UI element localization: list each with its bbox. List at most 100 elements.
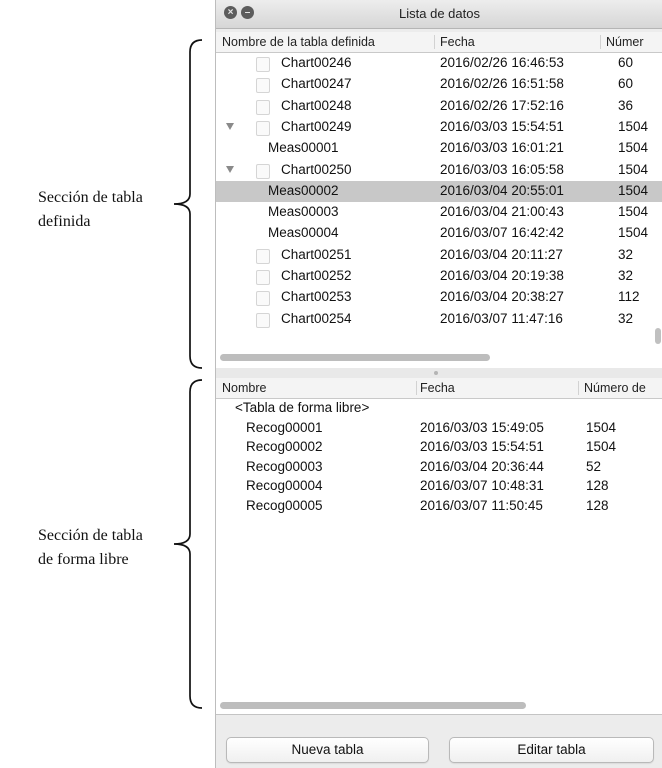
defined-table-pane: Nombre de la tabla definida Fecha Númer … <box>216 32 662 369</box>
column-header-name[interactable]: Nombre <box>222 381 266 395</box>
row-name: Meas00002 <box>268 182 339 198</box>
table-row[interactable]: Chart00251 2016/03/04 20:11:27 32 <box>216 245 662 266</box>
row-date: 2016/03/03 15:54:51 <box>420 439 544 455</box>
row-number: 1504 <box>618 182 649 198</box>
row-name: Meas00003 <box>268 204 339 220</box>
table-row[interactable]: Chart00254 2016/03/07 11:47:16 32 <box>216 309 662 330</box>
row-date: 2016/03/07 11:50:45 <box>420 498 543 513</box>
row-name: Recog00001 <box>246 419 323 435</box>
table-row[interactable]: Recog00003 2016/03/04 20:36:44 52 <box>216 458 662 477</box>
row-date: 2016/03/03 15:54:51 <box>440 118 564 134</box>
column-header-date[interactable]: Fecha <box>420 381 455 395</box>
row-name: Recog00003 <box>246 458 323 474</box>
row-number: 128 <box>586 498 609 513</box>
row-number: 112 <box>618 289 640 305</box>
freeform-table-horizontal-scrollbar[interactable] <box>220 702 526 709</box>
row-date: 2016/03/04 20:38:27 <box>440 289 564 305</box>
row-number: 1504 <box>618 140 649 156</box>
row-name: Chart00247 <box>281 76 352 92</box>
table-row[interactable]: Meas00001 2016/03/03 16:01:21 1504 <box>216 138 662 159</box>
title-bar: × – Lista de datos <box>216 0 662 29</box>
row-date: 2016/03/03 16:01:21 <box>440 140 564 156</box>
disclosure-triangle-icon[interactable] <box>226 165 234 173</box>
table-icon <box>256 270 270 285</box>
row-date: 2016/03/04 21:00:43 <box>440 204 564 220</box>
table-icon <box>256 78 270 94</box>
row-date: 2016/02/26 16:46:53 <box>440 55 564 70</box>
freeform-table-header: Nombre Fecha Número de <box>216 378 662 399</box>
table-row[interactable]: Meas00002 2016/03/04 20:55:01 1504 <box>216 180 662 202</box>
table-icon <box>256 248 270 264</box>
row-date: 2016/02/26 16:51:58 <box>440 76 564 92</box>
row-date: 2016/03/07 11:47:16 <box>440 310 563 326</box>
table-icon <box>256 99 270 115</box>
row-name: <Tabla de forma libre> <box>235 400 370 415</box>
table-row[interactable]: Chart00247 2016/02/26 16:51:58 60 <box>216 74 662 95</box>
table-row[interactable]: Chart00249 2016/03/03 15:54:51 1504 <box>216 117 662 138</box>
row-date: 2016/03/04 20:55:01 <box>440 182 564 198</box>
row-number: 1504 <box>618 161 649 177</box>
row-date: 2016/03/04 20:19:38 <box>440 268 564 283</box>
callout-line: Sección de tabla <box>38 527 143 544</box>
row-date: 2016/03/07 16:42:42 <box>440 225 564 241</box>
row-name: Chart00248 <box>281 97 352 113</box>
table-row[interactable]: Meas00004 2016/03/07 16:42:42 1504 <box>216 223 662 244</box>
table-icon <box>256 312 270 328</box>
freeform-section-brace <box>173 379 203 709</box>
row-number: 1504 <box>586 439 617 455</box>
table-row[interactable]: Recog00004 2016/03/07 10:48:31 128 <box>216 477 662 496</box>
defined-section-brace <box>173 39 203 369</box>
row-date: 2016/03/04 20:36:44 <box>420 458 544 474</box>
data-list-window: × – Lista de datos Nombre de la tabla de… <box>215 0 662 768</box>
table-row[interactable]: Recog00005 2016/03/07 11:50:45 128 <box>216 497 662 516</box>
edit-table-button[interactable]: Editar tabla <box>449 737 654 763</box>
callout-line: definida <box>38 213 91 230</box>
table-row[interactable]: Chart00252 2016/03/04 20:19:38 32 <box>216 266 662 287</box>
row-number: 36 <box>618 97 634 113</box>
table-row[interactable]: Chart00246 2016/02/26 16:46:53 60 <box>216 53 662 74</box>
row-date: 2016/03/04 20:11:27 <box>440 246 563 262</box>
row-number: 1504 <box>618 225 649 241</box>
column-header-number[interactable]: Número de <box>584 381 646 395</box>
row-name: Recog00005 <box>246 498 323 513</box>
window-title: Lista de datos <box>399 6 480 21</box>
defined-table-horizontal-scrollbar[interactable] <box>220 354 490 361</box>
column-header-name[interactable]: Nombre de la tabla definida <box>222 35 375 49</box>
defined-table-header: Nombre de la tabla definida Fecha Númer <box>216 32 662 53</box>
disclosure-triangle-icon[interactable] <box>226 122 234 130</box>
row-number: 1504 <box>586 419 617 435</box>
row-name: Meas00001 <box>268 140 339 156</box>
row-name: Chart00249 <box>281 118 352 134</box>
defined-table-vertical-scrollbar[interactable] <box>655 328 661 344</box>
group-row[interactable]: <Tabla de forma libre> <box>216 399 662 418</box>
row-name: Chart00250 <box>281 161 352 177</box>
pane-splitter[interactable] <box>216 368 662 378</box>
row-name: Chart00251 <box>281 246 352 262</box>
column-header-date[interactable]: Fecha <box>440 35 475 49</box>
row-name: Meas00004 <box>268 225 339 241</box>
row-number: 32 <box>618 268 634 283</box>
freeform-section-callout: Sección de tabla de forma libre <box>38 524 178 572</box>
row-date: 2016/03/07 10:48:31 <box>420 478 544 494</box>
callout-line: Sección de tabla <box>38 189 143 206</box>
table-row[interactable]: Meas00003 2016/03/04 21:00:43 1504 <box>216 202 662 223</box>
row-number: 1504 <box>618 118 649 134</box>
column-header-number[interactable]: Númer <box>606 35 644 49</box>
row-number: 128 <box>586 478 609 494</box>
table-icon <box>256 163 270 179</box>
row-number: 1504 <box>618 204 649 220</box>
row-name: Recog00002 <box>246 439 323 455</box>
table-row[interactable]: Chart00253 2016/03/04 20:38:27 112 <box>216 287 662 308</box>
table-row[interactable]: Chart00250 2016/03/03 16:05:58 1504 <box>216 160 662 181</box>
row-number: 60 <box>618 76 634 92</box>
row-date: 2016/03/03 16:05:58 <box>440 161 564 177</box>
table-row[interactable]: Recog00002 2016/03/03 15:54:51 1504 <box>216 438 662 457</box>
callout-line: de forma libre <box>38 551 129 568</box>
table-row[interactable]: Chart00248 2016/02/26 17:52:16 36 <box>216 96 662 117</box>
row-number: 60 <box>618 55 634 70</box>
table-row[interactable]: Recog00001 2016/03/03 15:49:05 1504 <box>216 419 662 438</box>
row-name: Chart00253 <box>281 289 352 305</box>
new-table-button[interactable]: Nueva tabla <box>226 737 429 763</box>
row-name: Chart00246 <box>281 55 352 70</box>
row-name: Chart00252 <box>281 268 352 283</box>
